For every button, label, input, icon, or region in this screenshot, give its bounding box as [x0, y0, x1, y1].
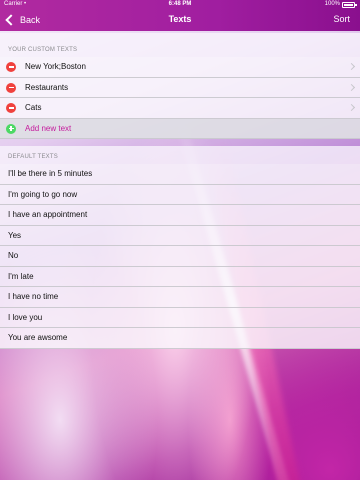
default-text-row[interactable]: I love you	[0, 307, 360, 328]
add-icon[interactable]	[6, 123, 16, 134]
custom-text-label: Restaurants	[25, 82, 69, 92]
add-new-text-label: Add new text	[25, 123, 72, 133]
default-text-row[interactable]: I have no time	[0, 287, 360, 308]
default-text-row[interactable]: You are awsome	[0, 328, 360, 349]
custom-text-label: Cats	[25, 103, 42, 113]
delete-icon[interactable]	[6, 62, 16, 72]
default-text-row[interactable]: I'm going to go now	[0, 184, 360, 205]
custom-text-row[interactable]: Cats	[0, 98, 360, 119]
battery-icon	[342, 2, 357, 8]
default-text-row[interactable]: I have an appointment	[0, 205, 360, 226]
delete-icon[interactable]	[6, 82, 16, 93]
status-time: 6:48 PM	[168, 1, 192, 7]
chevron-right-icon	[347, 103, 356, 112]
add-new-text-row[interactable]: Add new text	[0, 118, 360, 139]
custom-text-row[interactable]: Restaurants	[0, 77, 360, 98]
delete-icon[interactable]	[6, 103, 16, 113]
custom-texts-header: YOUR CUSTOM TEXTS	[0, 33, 360, 57]
default-text-row[interactable]: Yes	[0, 225, 360, 246]
chevron-right-icon	[347, 62, 356, 71]
status-bar: Carrier • 6:48 PM 100%	[0, 0, 360, 10]
default-text-row[interactable]: I'll be there in 5 minutes	[0, 164, 360, 185]
custom-texts-list: New York;Boston Restaurants Cats Add new…	[0, 57, 360, 139]
default-text-row[interactable]: I'm late	[0, 266, 360, 287]
custom-text-label: New York;Boston	[25, 62, 86, 72]
default-texts-header: DEFAULT TEXTS	[0, 146, 360, 164]
battery-percentage: 100%	[324, 1, 340, 7]
default-texts-list: I'll be there in 5 minutes I'm going to …	[0, 164, 360, 349]
custom-text-row[interactable]: New York;Boston	[0, 57, 360, 78]
sort-button[interactable]: Sort	[333, 14, 350, 24]
default-text-row[interactable]: No	[0, 246, 360, 267]
chevron-right-icon	[347, 83, 356, 91]
page-title: Texts	[168, 14, 192, 24]
navigation-bar: Carrier • 6:48 PM 100% Back Texts Sort	[0, 0, 360, 31]
